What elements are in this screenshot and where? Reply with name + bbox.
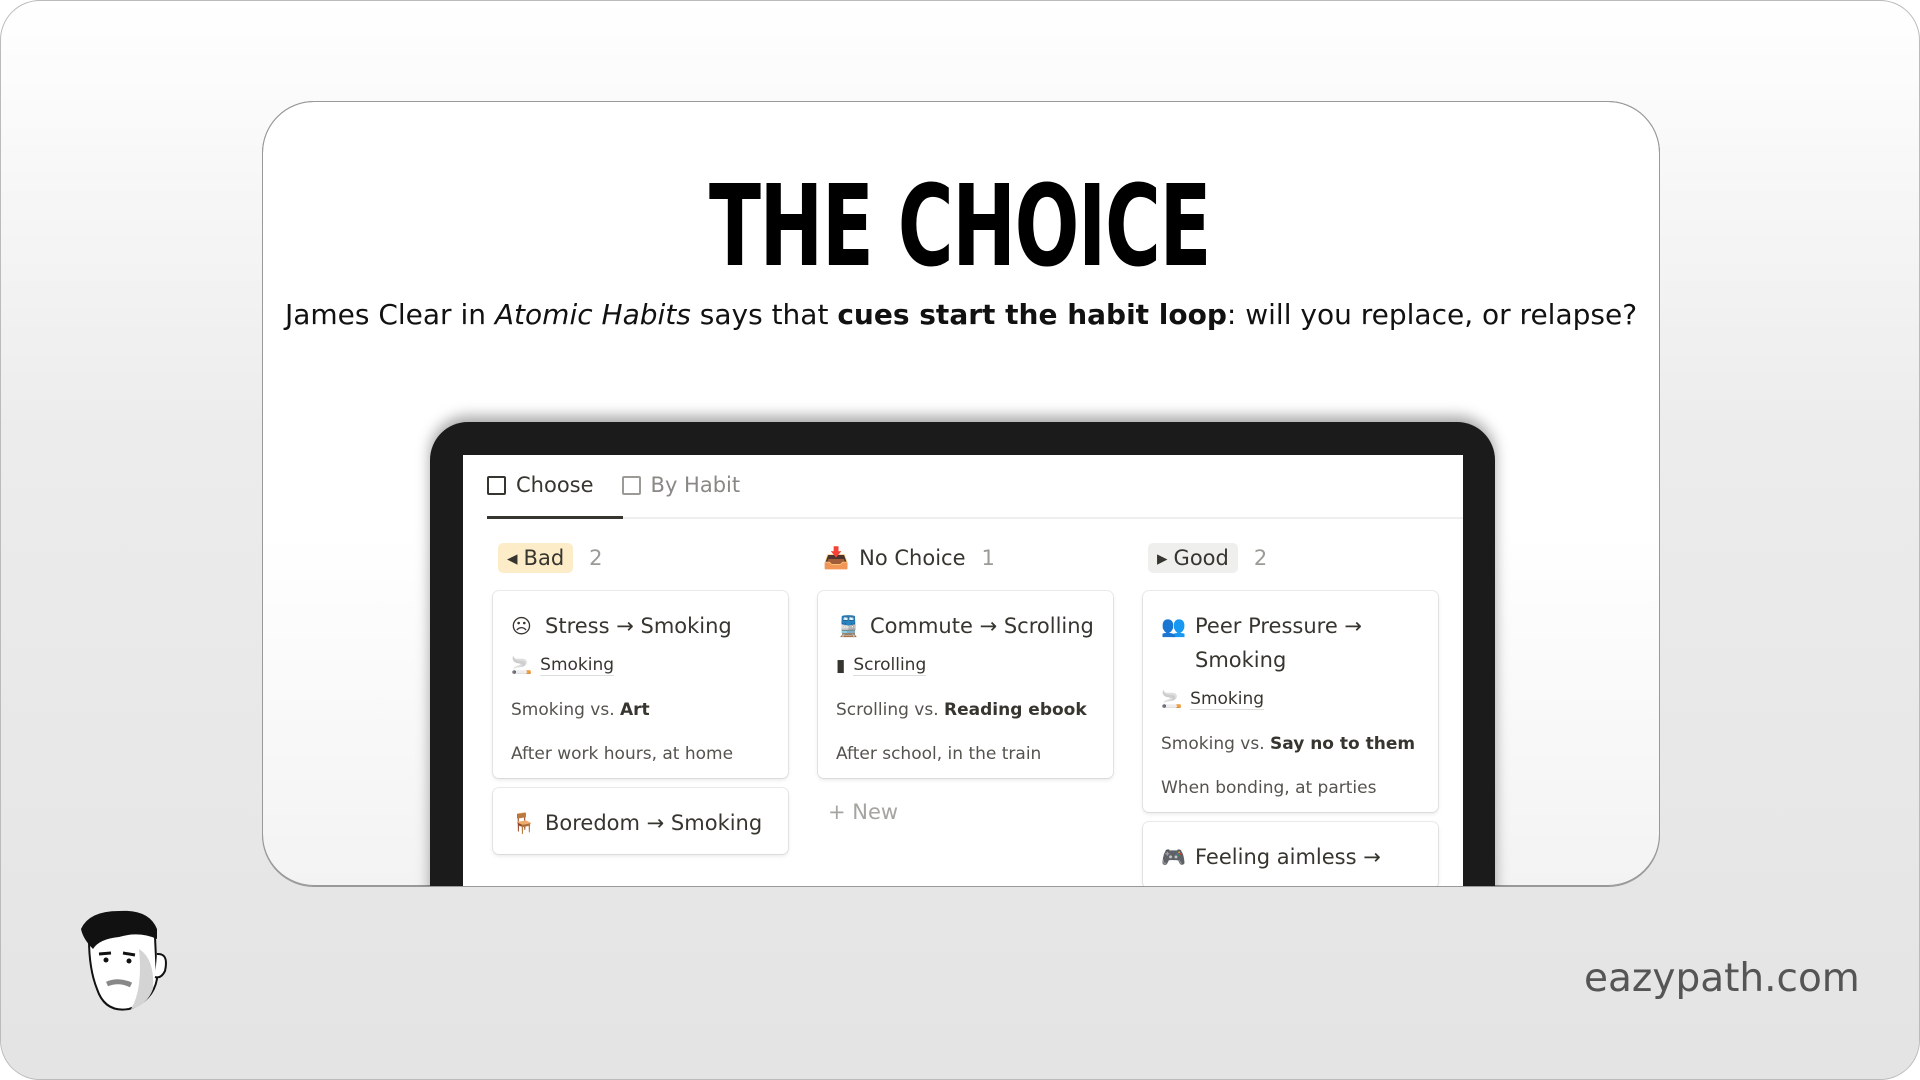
slide-title: THE CHOICE: [709, 162, 1212, 292]
habit-relation[interactable]: Smoking: [1190, 689, 1265, 710]
train-icon: 🚆: [836, 614, 861, 638]
habit-relation[interactable]: Scrolling: [853, 655, 927, 676]
when-text: After work hours, at home: [511, 744, 734, 764]
replacement-text: Smoking vs. Say no to them: [1161, 734, 1416, 754]
replacement-text: Scrolling vs. Reading ebook: [836, 700, 1087, 720]
smoking-icon: 🚬: [511, 655, 533, 676]
arrow-right-icon: ▸: [1157, 546, 1168, 570]
board-icon: [487, 475, 506, 495]
card-boredom-smoking[interactable]: 🪑 Boredom → Smoking: [493, 788, 788, 854]
when-text: When bonding, at parties: [1161, 778, 1377, 798]
armchair-icon: 🪑: [511, 811, 536, 835]
tab-divider: [487, 517, 1463, 519]
brand-url: eazypath.com: [1584, 956, 1860, 1001]
group-icon: 👥: [1161, 614, 1186, 638]
new-card-button[interactable]: + New: [818, 800, 1113, 824]
card-feeling-aimless[interactable]: 🎮 Feeling aimless →: [1143, 822, 1438, 888]
author-avatar: [81, 910, 167, 1011]
group-label-bad[interactable]: ◂ Bad: [498, 543, 574, 573]
group-label-no-choice[interactable]: 📥 No Choice 1: [818, 541, 1113, 575]
column-good: ▸ Good 2 👥 Peer Pressure → Smoking 🚬 Smoking…: [1143, 541, 1438, 888]
replacement-text: Smoking vs. Art: [511, 700, 650, 720]
group-count: 2: [1253, 546, 1268, 570]
tab-by-habit[interactable]: By Habit: [621, 473, 740, 497]
card-commute-scrolling[interactable]: 🚆 Commute → Scrolling ▮ Scrolling Scrollin…: [818, 591, 1113, 778]
inbox-icon: 📥: [823, 545, 850, 570]
slide-background: THE CHOICE James Clear in Atomic Habits …: [0, 0, 1920, 1080]
arrow-left-icon: ◂: [507, 546, 518, 570]
notion-board: Choose By Habit ◂ Bad 2 ☹ Stress → Smoking …: [463, 455, 1463, 895]
tab-choose[interactable]: Choose: [487, 473, 594, 497]
slide-subtitle: James Clear in Atomic Habits says that c…: [284, 298, 1638, 331]
gamepad-icon: 🎮: [1161, 845, 1186, 869]
column-no-choice: 📥 No Choice 1 🚆 Commute → Scrolling ▮ Scroll…: [818, 541, 1113, 824]
column-bad: ◂ Bad 2 ☹ Stress → Smoking 🚬 Smoking Smoking…: [493, 541, 788, 854]
active-tab-underline: [487, 516, 623, 519]
card-stress-smoking[interactable]: ☹ Stress → Smoking 🚬 Smoking Smoking vs. A…: [493, 591, 788, 778]
group-count: 2: [589, 546, 603, 570]
group-label-good[interactable]: ▸ Good: [1148, 543, 1238, 573]
plus-icon: +: [828, 800, 853, 824]
frown-icon: ☹: [511, 614, 532, 638]
card-peer-pressure-smoking[interactable]: 👥 Peer Pressure → Smoking 🚬 Smoking Smokin…: [1143, 591, 1438, 812]
smoking-icon: 🚬: [1161, 689, 1183, 710]
phone-icon: ▮: [836, 655, 846, 676]
when-text: After school, in the train: [836, 744, 1042, 764]
board-icon: [621, 475, 641, 495]
habit-relation[interactable]: Smoking: [540, 655, 615, 676]
